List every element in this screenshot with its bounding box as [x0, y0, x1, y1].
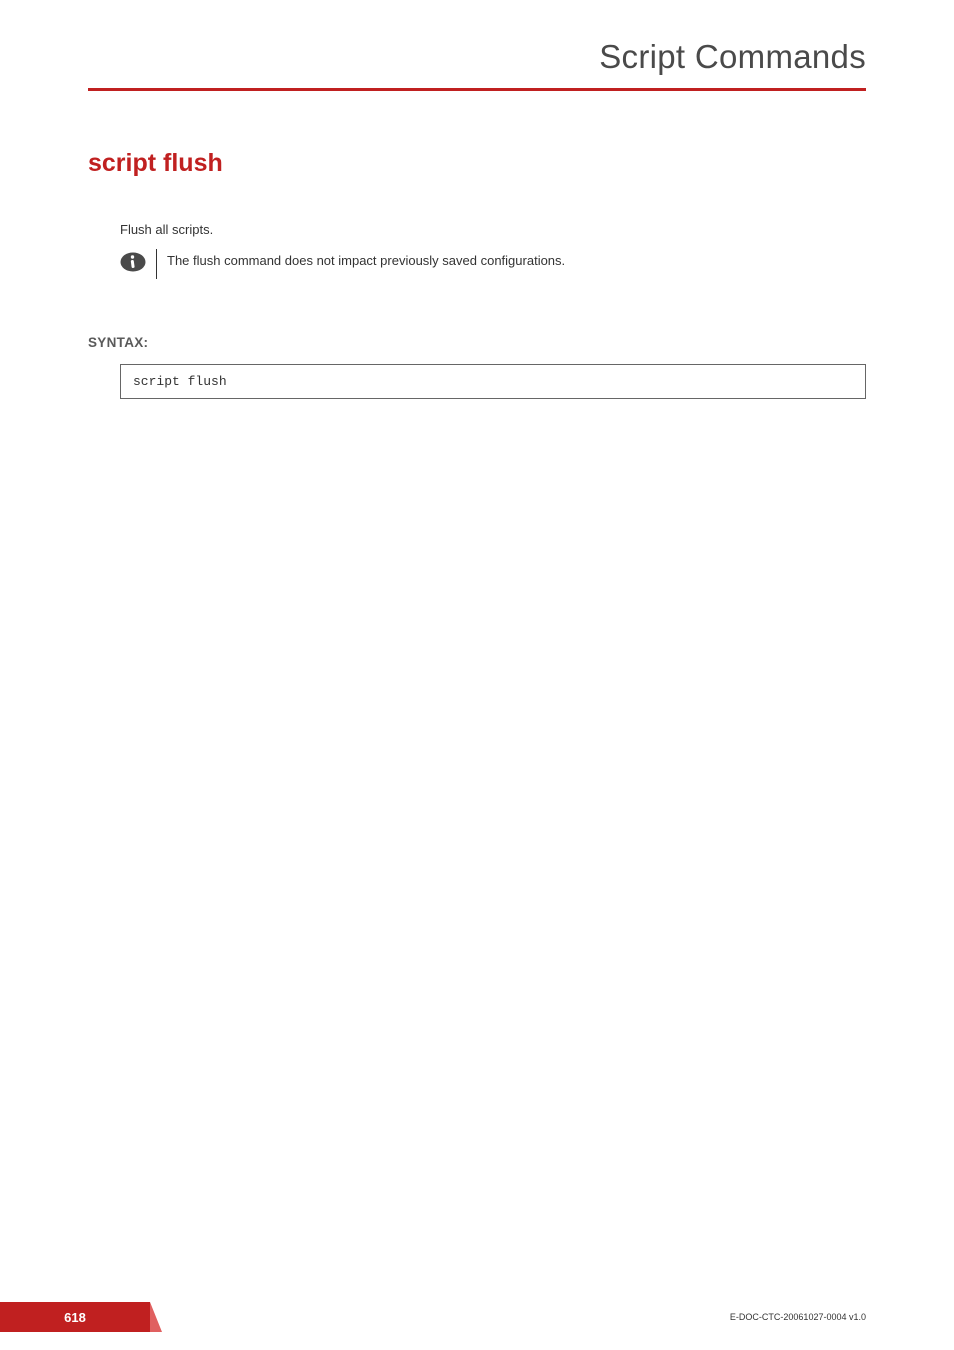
info-note-text: The flush command does not impact previo…: [167, 251, 565, 268]
page-number: 618: [64, 1310, 86, 1325]
document-id: E-DOC-CTC-20061027-0004 v1.0: [730, 1312, 866, 1322]
command-title: script flush: [88, 149, 866, 178]
info-note-row: The flush command does not impact previo…: [120, 251, 866, 279]
page-header: Script Commands: [0, 0, 954, 76]
page-header-title: Script Commands: [599, 38, 866, 75]
command-description: Flush all scripts.: [120, 222, 866, 237]
info-divider: [156, 249, 157, 279]
page-footer: 618 E-DOC-CTC-20061027-0004 v1.0: [0, 1300, 954, 1350]
info-icon: [120, 252, 146, 277]
page-number-accent: [150, 1302, 162, 1332]
content-area: script flush Flush all scripts. The flus…: [0, 91, 954, 399]
syntax-code: script flush: [133, 374, 227, 389]
page-number-box: 618: [0, 1302, 150, 1332]
syntax-label: SYNTAX:: [88, 335, 866, 350]
syntax-code-box: script flush: [120, 364, 866, 399]
